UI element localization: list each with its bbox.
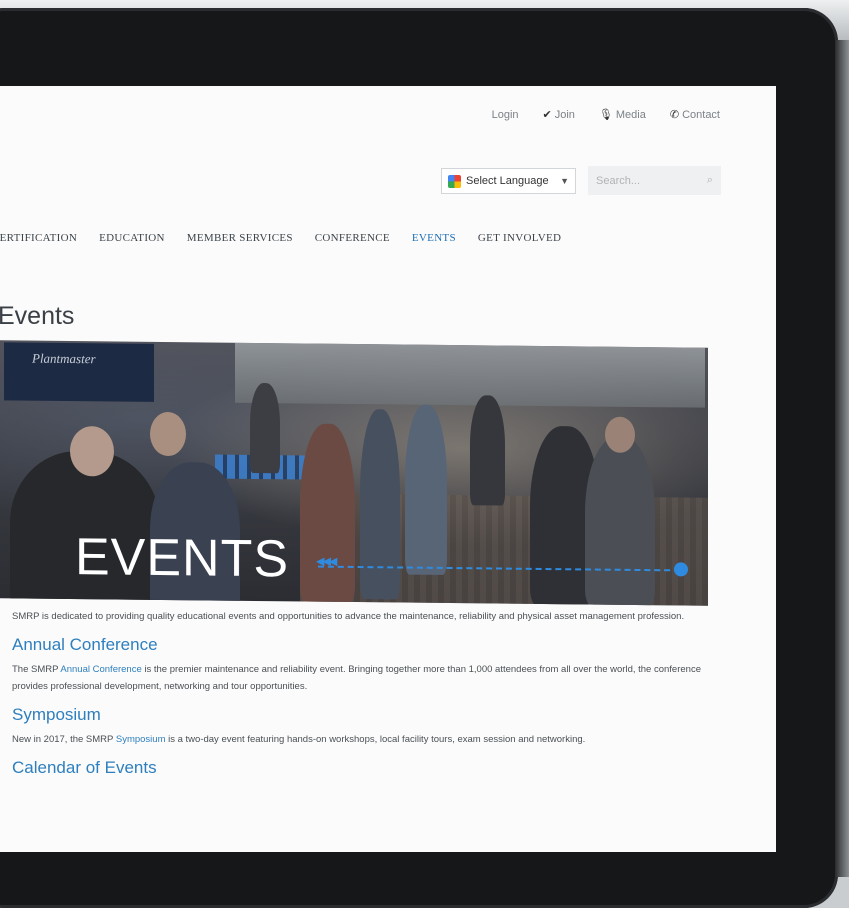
login-link[interactable]: Login	[492, 108, 519, 121]
section-heading-calendar-of-events[interactable]: Calendar of Events	[12, 758, 702, 778]
page-title: Events	[0, 302, 75, 330]
main-content: SMRP is dedicated to providing quality e…	[12, 608, 702, 784]
search-icon[interactable]: ⌕	[707, 174, 713, 187]
tablet-edge	[835, 40, 849, 877]
chevron-down-icon: ▼	[560, 176, 569, 186]
crowd-figure	[300, 423, 355, 605]
crowd-figure	[470, 395, 505, 506]
hero-banner: Plantmaster EVENTS ◀◀◀	[0, 340, 708, 606]
intro-paragraph: SMRP is dedicated to providing quality e…	[12, 611, 685, 622]
google-translate-icon	[448, 174, 461, 188]
nav-item-member-services[interactable]: MEMBER SERVICES	[187, 232, 293, 244]
join-link[interactable]: ✔ Join	[542, 108, 575, 122]
microphone-icon: 🎙	[598, 109, 613, 121]
nav-item-events[interactable]: EVENTS	[412, 232, 456, 244]
crowd-figure	[605, 416, 635, 453]
nav-item-get-involved[interactable]: GET INVOLVED	[478, 232, 561, 244]
symposium-paragraph: New in 2017, the SMRP Symposium is a two…	[12, 734, 586, 745]
crowd-figure	[360, 409, 400, 600]
nav-item-conference[interactable]: CONFERENCE	[315, 232, 390, 244]
annual-conference-link[interactable]: Annual Conference	[60, 664, 141, 675]
phone-icon: ✆	[669, 109, 680, 121]
crowd-figure	[150, 411, 186, 457]
slider-handle[interactable]	[674, 562, 688, 577]
hero-title: EVENTS	[75, 528, 290, 589]
media-link[interactable]: 🎙 Media	[598, 108, 646, 122]
crowd-figure	[585, 436, 655, 606]
search-input[interactable]: Search... ⌕	[588, 166, 721, 195]
contact-link[interactable]: ✆ Contact	[669, 108, 720, 122]
section-heading-symposium: Symposium	[12, 705, 101, 724]
language-select[interactable]: Select Language ▼	[441, 168, 576, 194]
tablet-bottom-bezel	[0, 852, 776, 877]
language-label: Select Language	[466, 175, 549, 187]
crowd-figure	[70, 426, 114, 477]
utility-nav: Login ✔ Join 🎙 Media ✆ Contact	[492, 108, 720, 122]
hero-photo-sign: Plantmaster	[4, 342, 154, 402]
hero-photo-booths	[235, 342, 705, 408]
main-nav: CERTIFICATION EDUCATION MEMBER SERVICES …	[0, 232, 561, 244]
symposium-link[interactable]: Symposium	[116, 734, 166, 745]
nav-item-education[interactable]: EDUCATION	[99, 232, 165, 244]
check-icon: ✔	[542, 109, 552, 121]
crowd-figure	[405, 404, 447, 575]
annual-conference-paragraph: The SMRP Annual Conference is the premie…	[12, 664, 701, 692]
search-placeholder: Search...	[596, 174, 641, 187]
section-heading-annual-conference: Annual Conference	[12, 635, 158, 654]
tablet-screen: Login ✔ Join 🎙 Media ✆ Contact Select Langu…	[0, 86, 776, 866]
nav-item-certification[interactable]: CERTIFICATION	[0, 232, 77, 244]
crowd-figure	[250, 382, 280, 474]
